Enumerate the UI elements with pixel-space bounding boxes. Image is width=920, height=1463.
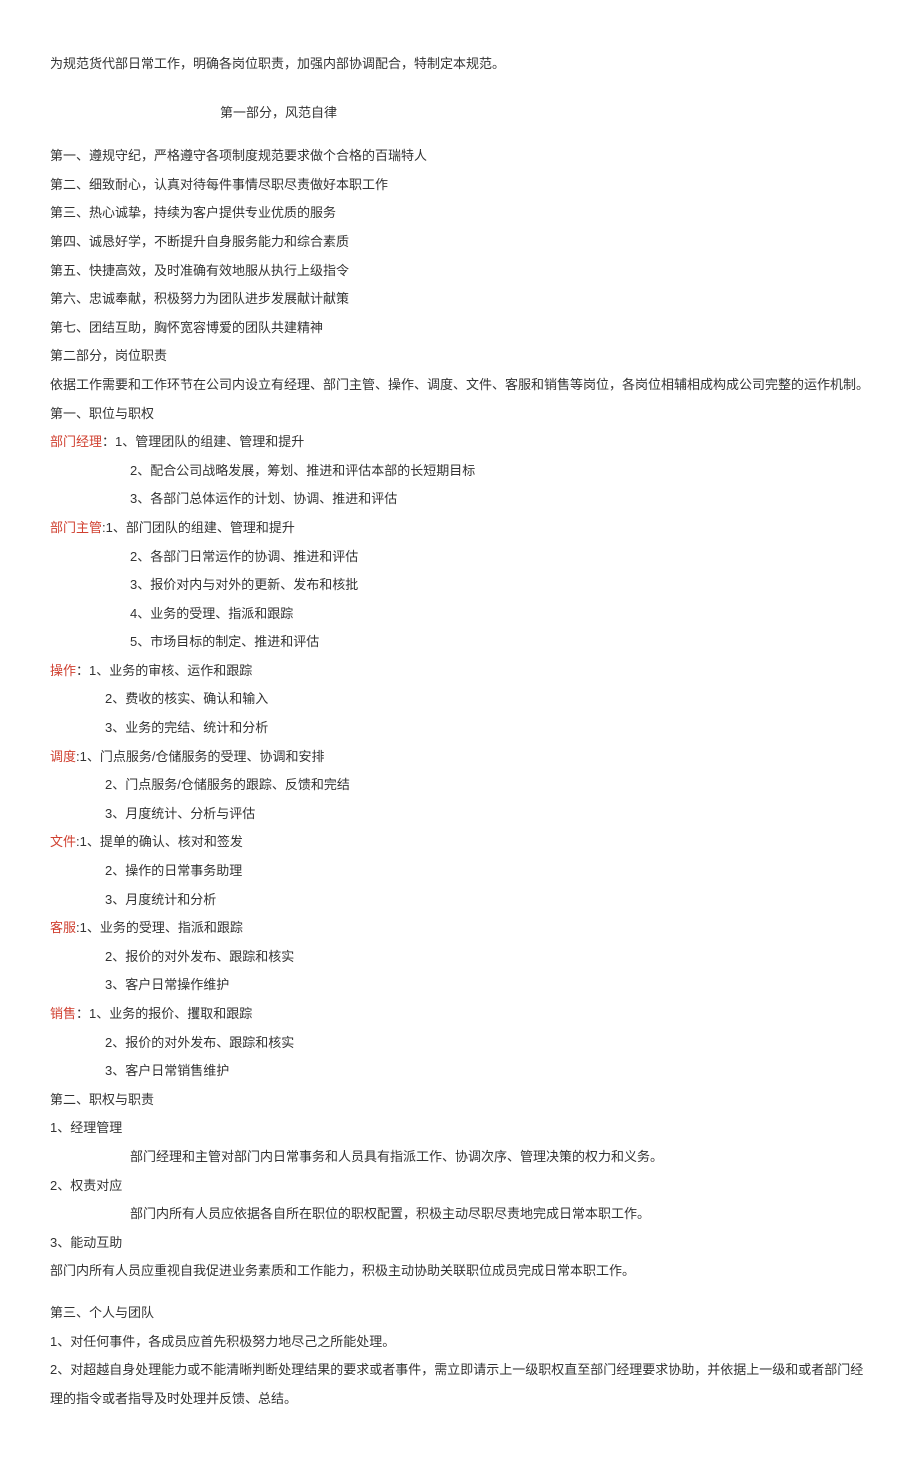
sec3-item: 1、对任何事件，各成员应首先积极努力地尽己之所能处理。 (50, 1328, 870, 1357)
role-item: 3、月度统计和分析 (50, 886, 870, 915)
role-item: 3、报价对内与对外的更新、发布和核批 (50, 571, 870, 600)
role-first-line: 部门主管:1、部门团队的组建、管理和提升 (50, 514, 870, 543)
role-item: 2、报价的对外发布、跟踪和核实 (50, 1029, 870, 1058)
role-first-line: 销售：1、业务的报价、攫取和跟踪 (50, 1000, 870, 1029)
part2-heading: 第二部分，岗位职责 (50, 342, 870, 371)
role-item: 2、操作的日常事务助理 (50, 857, 870, 886)
role-label: 调度 (50, 749, 76, 764)
role-item: 4、业务的受理、指派和跟踪 (50, 600, 870, 629)
part1-item: 第四、诚恳好学，不断提升自身服务能力和综合素质 (50, 228, 870, 257)
role-item: 5、市场目标的制定、推进和评估 (50, 628, 870, 657)
role-item: 2、配合公司战略发展，筹划、推进和评估本部的长短期目标 (50, 457, 870, 486)
role-first-item: ：1、业务的报价、攫取和跟踪 (76, 1006, 252, 1021)
part1-title: 第一部分，风范自律 (220, 99, 870, 128)
role-label: 部门主管 (50, 520, 102, 535)
sec2-title: 第二、职权与职责 (50, 1086, 870, 1115)
role-first-item: ：1、业务的审核、运作和跟踪 (76, 663, 252, 678)
sec2-item-body: 部门经理和主管对部门内日常事务和人员具有指派工作、协调次序、管理决策的权力和义务… (50, 1143, 870, 1172)
roles-list: 部门经理：1、管理团队的组建、管理和提升2、配合公司战略发展，筹划、推进和评估本… (50, 428, 870, 1086)
role-item: 3、月度统计、分析与评估 (50, 800, 870, 829)
role-item: 3、客户日常操作维护 (50, 971, 870, 1000)
part1-item: 第六、忠诚奉献，积极努力为团队进步发展献计献策 (50, 285, 870, 314)
role-first-line: 部门经理：1、管理团队的组建、管理和提升 (50, 428, 870, 457)
sec3-item: 2、对超越自身处理能力或不能清晰判断处理结果的要求或者事件，需立即请示上一级职权… (50, 1356, 870, 1413)
sec2-list: 1、经理管理部门经理和主管对部门内日常事务和人员具有指派工作、协调次序、管理决策… (50, 1114, 870, 1286)
role-first-line: 调度:1、门点服务/仓储服务的受理、协调和安排 (50, 743, 870, 772)
role-item: 3、业务的完结、统计和分析 (50, 714, 870, 743)
role-first-line: 操作：1、业务的审核、运作和跟踪 (50, 657, 870, 686)
part1-item: 第七、团结互助，胸怀宽容博爱的团队共建精神 (50, 314, 870, 343)
sec2-item-title: 1、经理管理 (50, 1114, 870, 1143)
role-first-item: ：1、管理团队的组建、管理和提升 (102, 434, 304, 449)
sec2-item-title: 3、能动互助 (50, 1229, 870, 1258)
role-item: 2、报价的对外发布、跟踪和核实 (50, 943, 870, 972)
sec1-title: 第一、职位与职权 (50, 400, 870, 429)
role-first-item: :1、门点服务/仓储服务的受理、协调和安排 (76, 749, 324, 764)
role-item: 2、门点服务/仓储服务的跟踪、反馈和完结 (50, 771, 870, 800)
sec2-item-body: 部门内所有人员应依据各自所在职位的职权配置，积极主动尽职尽责地完成日常本职工作。 (50, 1200, 870, 1229)
role-label: 部门经理 (50, 434, 102, 449)
role-first-item: :1、业务的受理、指派和跟踪 (76, 920, 243, 935)
sec3-list: 1、对任何事件，各成员应首先积极努力地尽己之所能处理。2、对超越自身处理能力或不… (50, 1328, 870, 1414)
part1-item: 第二、细致耐心，认真对待每件事情尽职尽责做好本职工作 (50, 171, 870, 200)
role-label: 文件 (50, 834, 76, 849)
sec3-title: 第三、个人与团队 (50, 1299, 870, 1328)
role-label: 客服 (50, 920, 76, 935)
role-first-item: :1、部门团队的组建、管理和提升 (102, 520, 295, 535)
role-item: 2、费收的核实、确认和输入 (50, 685, 870, 714)
role-first-line: 客服:1、业务的受理、指派和跟踪 (50, 914, 870, 943)
part2-intro: 依据工作需要和工作环节在公司内设立有经理、部门主管、操作、调度、文件、客服和销售… (50, 371, 870, 400)
sec2-item-title: 2、权责对应 (50, 1172, 870, 1201)
role-item: 3、客户日常销售维护 (50, 1057, 870, 1086)
role-label: 操作 (50, 663, 76, 678)
part1-item: 第一、遵规守纪，严格遵守各项制度规范要求做个合格的百瑞特人 (50, 142, 870, 171)
role-first-line: 文件:1、提单的确认、核对和签发 (50, 828, 870, 857)
sec2-item-body: 部门内所有人员应重视自我促进业务素质和工作能力，积极主动协助关联职位成员完成日常… (50, 1257, 870, 1286)
role-item: 3、各部门总体运作的计划、协调、推进和评估 (50, 485, 870, 514)
role-label: 销售 (50, 1006, 76, 1021)
part1-item: 第三、热心诚挚，持续为客户提供专业优质的服务 (50, 199, 870, 228)
part1-list: 第一、遵规守纪，严格遵守各项制度规范要求做个合格的百瑞特人第二、细致耐心，认真对… (50, 142, 870, 342)
role-item: 2、各部门日常运作的协调、推进和评估 (50, 543, 870, 572)
part1-item: 第五、快捷高效，及时准确有效地服从执行上级指令 (50, 257, 870, 286)
role-first-item: :1、提单的确认、核对和签发 (76, 834, 243, 849)
intro-text: 为规范货代部日常工作，明确各岗位职责，加强内部协调配合，特制定本规范。 (50, 50, 870, 79)
